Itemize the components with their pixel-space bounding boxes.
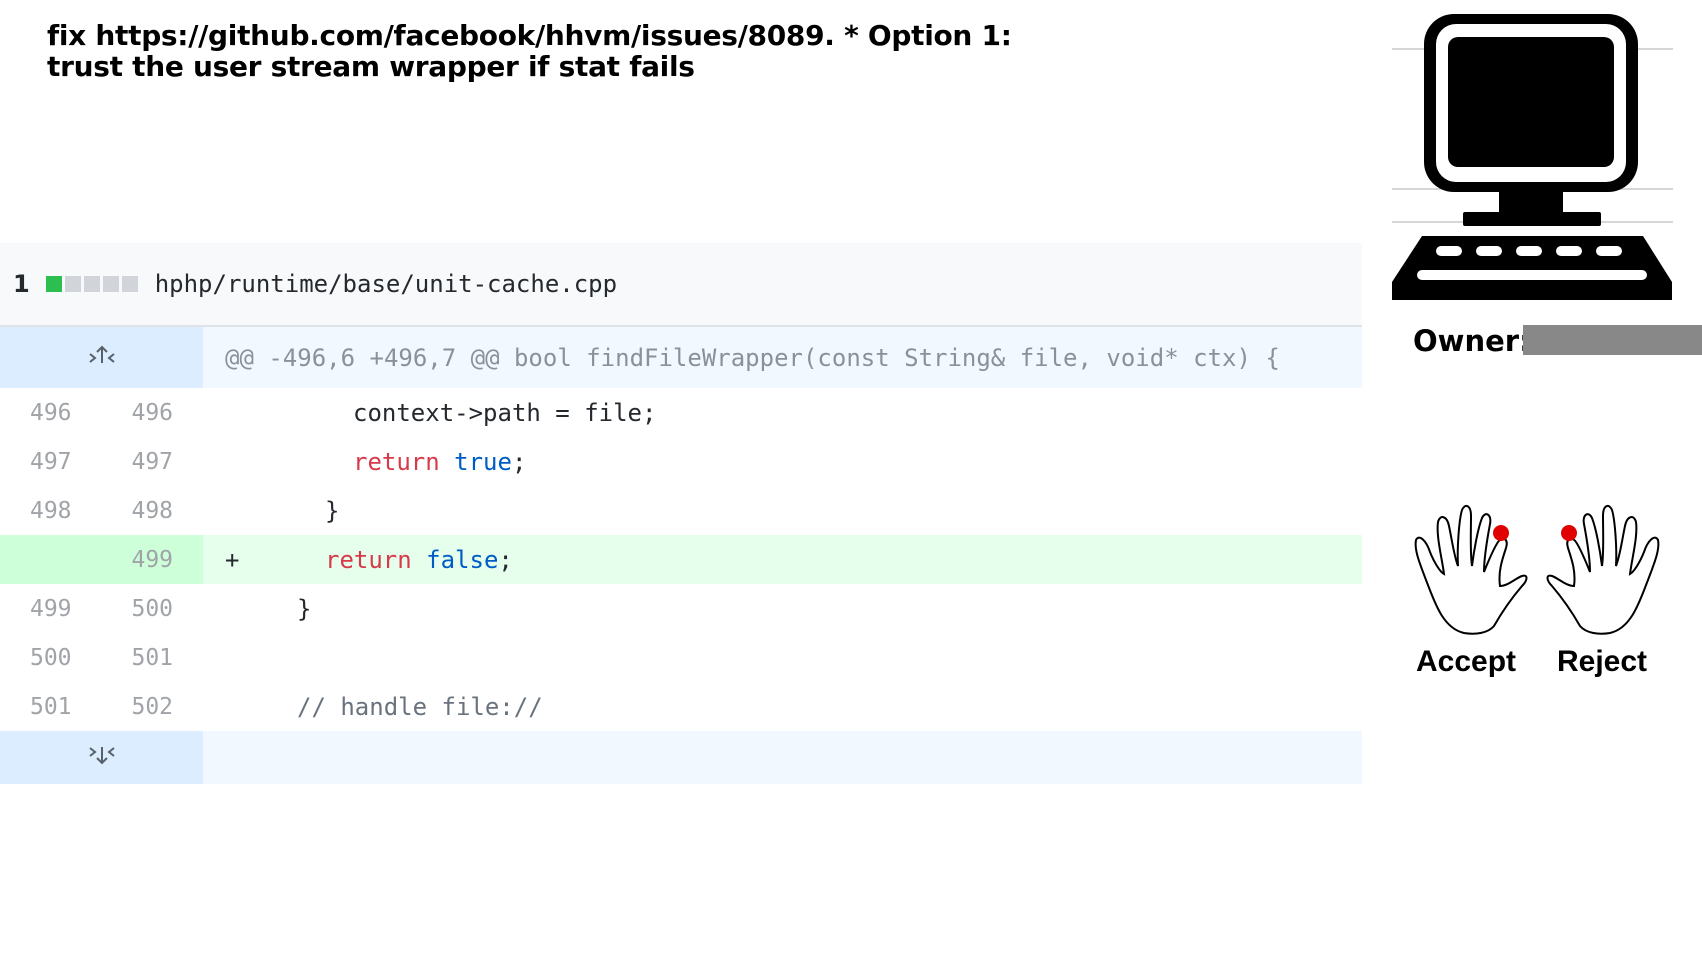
left-hand-icon[interactable]: [1414, 504, 1528, 635]
code-token: ;: [498, 545, 513, 574]
code-line: // handle file://: [203, 693, 543, 721]
line-number-gutter: 496 496: [0, 388, 203, 437]
hands-area: [1412, 500, 1662, 644]
hunk-header: @@ -496,6 +496,7 @@ bool findFileWrapper…: [225, 343, 1280, 372]
code-line: }: [203, 595, 311, 623]
accept-label[interactable]: Accept: [1416, 645, 1516, 679]
reject-label[interactable]: Reject: [1557, 645, 1647, 679]
line-number-gutter: 497 497: [0, 437, 203, 486]
new-line-number[interactable]: 498: [102, 498, 204, 524]
diffstat-block-added: [45, 276, 62, 292]
diff-line-added: 499 + return false;: [0, 535, 1362, 584]
right-hand-finger-marker: [1561, 525, 1577, 541]
owner-name-redacted: [1523, 325, 1702, 355]
code-token: }: [325, 496, 340, 525]
expand-down-button[interactable]: [0, 731, 203, 784]
code-token: return: [353, 447, 440, 476]
line-number-gutter: 499: [0, 535, 203, 584]
code-token: }: [297, 594, 312, 623]
diffstat-bar: [45, 276, 138, 292]
new-line-number[interactable]: 497: [102, 449, 204, 475]
computer-icon: [1390, 12, 1675, 306]
new-line-number[interactable]: 501: [102, 645, 204, 671]
expand-up-button[interactable]: [0, 327, 203, 388]
diff-line-context: 497 497 return true;: [0, 437, 1362, 486]
diff-line-context: 496 496 context->path = file;: [0, 388, 1362, 437]
hunk-header-row: @@ -496,6 +496,7 @@ bool findFileWrapper…: [0, 327, 1362, 388]
expand-up-icon: [87, 344, 117, 372]
diff-marker: +: [225, 545, 240, 574]
expand-down-icon: [87, 744, 117, 772]
new-line-number[interactable]: 500: [102, 596, 204, 622]
line-number-gutter: 498 498: [0, 486, 203, 535]
code-line: + return false;: [203, 546, 513, 574]
diff-line-context: 500 501: [0, 633, 1362, 682]
old-line-number[interactable]: 499: [0, 596, 102, 622]
diffstat-block-neutral: [83, 276, 100, 292]
line-number-gutter: 499 500: [0, 584, 203, 633]
code-line: }: [203, 497, 339, 525]
old-line-number[interactable]: 498: [0, 498, 102, 524]
diffstat-block-neutral: [102, 276, 119, 292]
commit-title: fix https://github.com/facebook/hhvm/iss…: [47, 19, 1012, 83]
new-line-number[interactable]: 499: [102, 547, 204, 573]
code-token: context->path = file;: [353, 398, 657, 427]
expand-row: [0, 731, 1362, 784]
old-line-number[interactable]: 496: [0, 400, 102, 426]
left-hand-finger-marker: [1493, 525, 1509, 541]
diff-lines: 496 496 context->path = file; 497 497 retur…: [0, 388, 1362, 731]
code-token: // handle file://: [297, 692, 543, 721]
diff-line-context: 501 502 // handle file://: [0, 682, 1362, 731]
file-change-count: 1: [13, 270, 30, 298]
code-line: context->path = file;: [203, 399, 656, 427]
line-number-gutter: 501 502: [0, 682, 203, 731]
diffstat-block-neutral: [121, 276, 138, 292]
code-token: true: [454, 447, 512, 476]
code-token: return: [325, 545, 412, 574]
diff-line-context: 499 500 }: [0, 584, 1362, 633]
right-hand-icon[interactable]: [1546, 504, 1660, 635]
old-line-number[interactable]: 497: [0, 449, 102, 475]
owner-label: Owner:: [1413, 324, 1531, 358]
diffstat-block-neutral: [64, 276, 81, 292]
old-line-number[interactable]: 501: [0, 694, 102, 720]
file-path[interactable]: hphp/runtime/base/unit-cache.cpp: [155, 270, 617, 298]
code-line: return true;: [203, 448, 526, 476]
diff-view: 1 hphp/runtime/base/unit-cache.cpp @@ -4…: [0, 243, 1362, 784]
new-line-number[interactable]: 496: [102, 400, 204, 426]
old-line-number[interactable]: 500: [0, 645, 102, 671]
code-token: false: [426, 545, 499, 574]
new-line-number[interactable]: 502: [102, 694, 204, 720]
line-number-gutter: 500 501: [0, 633, 203, 682]
diff-line-context: 498 498 }: [0, 486, 1362, 535]
code-token: ;: [511, 447, 527, 476]
file-header[interactable]: 1 hphp/runtime/base/unit-cache.cpp: [0, 243, 1362, 327]
